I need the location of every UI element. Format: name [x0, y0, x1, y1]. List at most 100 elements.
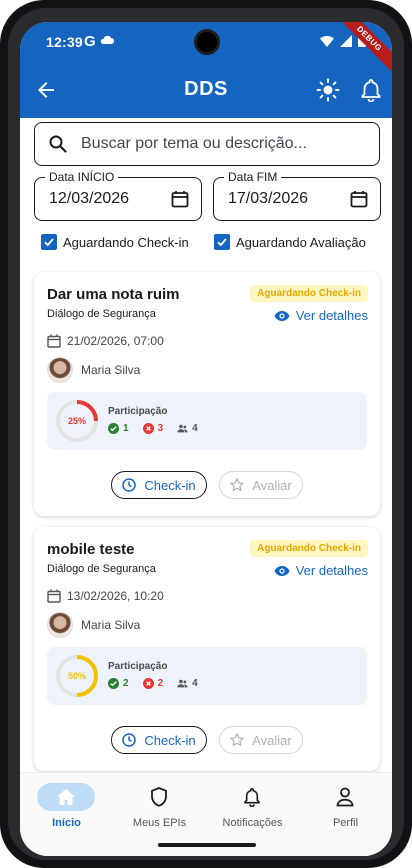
card-datetime: 13/02/2026, 10:20 [47, 589, 164, 603]
screen: 12:39 G DEBUG DDS Buscar por tema ou des… [20, 22, 392, 856]
nav-item-home[interactable]: Início [20, 781, 113, 837]
nav-label: Meus EPIs [132, 817, 187, 829]
view-details-label: Ver detalhes [295, 563, 368, 578]
status-bar: 12:39 G DEBUG [20, 22, 392, 76]
declined-count: 2 [157, 678, 164, 689]
status-badge: Aguardando Check-in [250, 540, 368, 557]
dds-card[interactable]: Dar uma nota ruim Diálogo de Segurança A… [34, 272, 380, 516]
participation-percent: 25% [67, 416, 86, 426]
participation-percent: 50% [67, 671, 86, 681]
evaluate-label: Avaliar [252, 477, 292, 493]
card-person: Maria Silva [47, 612, 140, 638]
search-input[interactable] [81, 133, 361, 155]
wifi-icon [320, 35, 334, 47]
confirmed-count: 1 [123, 423, 129, 434]
search-icon [49, 135, 67, 153]
declined-count: 3 [157, 423, 164, 434]
evaluate-button[interactable]: Avaliar [219, 726, 303, 754]
group-icon [177, 679, 188, 688]
top-bar: 12:39 G DEBUG DDS [20, 22, 392, 118]
view-details-link[interactable]: Ver detalhes [274, 308, 368, 323]
filter-awaiting-checkin[interactable]: Aguardando Check-in [41, 232, 189, 252]
dds-card[interactable]: mobile teste Diálogo de Segurança Aguard… [34, 527, 380, 771]
bottom-navigation: Início Meus EPIs Notificações Perfil [20, 772, 392, 856]
participation-title: Participação [108, 406, 168, 417]
content-area: Data INÍCIO 12/03/2026 Data FIM 17/03/20… [20, 118, 392, 772]
status-time: 12:39 [46, 34, 83, 50]
view-details-label: Ver detalhes [295, 308, 368, 323]
eye-icon [274, 310, 290, 321]
nav-icon-container [37, 783, 95, 811]
nav-item-notifications[interactable]: Notificações [206, 781, 299, 837]
card-datetime-text: 13/02/2026, 10:20 [67, 589, 164, 603]
total-count: 4 [192, 423, 198, 434]
notifications-bell-icon[interactable] [360, 78, 382, 102]
total-count: 4 [192, 678, 198, 689]
status-badge: Aguardando Check-in [250, 285, 368, 302]
cancel-circle-icon [142, 423, 154, 434]
start-date-label: Data INÍCIO [45, 170, 119, 184]
nav-icon-container [223, 783, 281, 811]
card-person: Maria Silva [47, 357, 140, 383]
end-date-field[interactable]: Data FIM 17/03/2026 [213, 170, 381, 221]
cloud-icon [100, 35, 114, 44]
home-icon [57, 789, 75, 805]
person-name: Maria Silva [81, 363, 141, 377]
nav-icon-container [316, 783, 374, 811]
checkin-label: Check-in [144, 477, 196, 493]
nav-label: Notificações [222, 817, 283, 829]
checkin-button[interactable]: Check-in [111, 471, 207, 499]
evaluate-button[interactable]: Avaliar [219, 471, 303, 499]
calendar-icon [47, 589, 61, 603]
start-date-field[interactable]: Data INÍCIO 12/03/2026 [34, 170, 202, 221]
nav-icon-container [130, 783, 188, 811]
checkbox-checked-icon[interactable] [214, 234, 230, 250]
checkin-button[interactable]: Check-in [111, 726, 207, 754]
person-name: Maria Silva [81, 618, 141, 632]
card-title: mobile teste [47, 541, 135, 558]
group-icon [177, 424, 188, 433]
search-field[interactable] [34, 122, 380, 166]
checkin-label: Check-in [144, 732, 196, 748]
end-date-value: 17/03/2026 [228, 190, 309, 207]
checkbox-checked-icon[interactable] [41, 234, 57, 250]
card-datetime: 21/02/2026, 07:00 [47, 334, 164, 348]
person-icon [336, 787, 354, 807]
card-title: Dar uma nota ruim [47, 286, 180, 303]
signal-icon [340, 34, 352, 47]
confirmed-count: 2 [123, 678, 129, 689]
filter-checkin-label: Aguardando Check-in [63, 234, 189, 250]
shield-icon [151, 787, 167, 807]
card-subtitle: Diálogo de Segurança [47, 308, 156, 320]
gesture-bar [158, 843, 256, 847]
end-date-label: Data FIM [224, 170, 282, 184]
start-date-value: 12/03/2026 [49, 190, 130, 207]
nav-label: Início [52, 817, 81, 829]
card-subtitle: Diálogo de Segurança [47, 563, 156, 575]
calendar-icon [47, 334, 61, 348]
eye-icon [274, 565, 290, 576]
clock-icon [122, 733, 137, 747]
nav-label: Perfil [332, 817, 359, 829]
calendar-icon[interactable] [171, 190, 189, 208]
theme-toggle-icon[interactable] [316, 78, 340, 102]
participation-title: Participação [108, 661, 168, 672]
clock-icon [122, 478, 137, 492]
app-bar: DDS [20, 62, 392, 118]
filter-awaiting-evaluation[interactable]: Aguardando Avaliação [214, 232, 366, 252]
participation-stats: 1 3 4 [108, 423, 198, 434]
nav-item-profile[interactable]: Perfil [299, 781, 392, 837]
nav-item-my-epis[interactable]: Meus EPIs [113, 781, 206, 837]
view-details-link[interactable]: Ver detalhes [274, 563, 368, 578]
camera-cutout [194, 29, 220, 55]
cancel-circle-icon [142, 678, 154, 689]
check-circle-icon [108, 678, 119, 689]
participation-box: 25% Participação 1 3 4 [47, 392, 367, 450]
avatar [47, 612, 73, 638]
participation-stats: 2 2 4 [108, 678, 198, 689]
filter-evaluation-label: Aguardando Avaliação [236, 234, 366, 250]
evaluate-label: Avaliar [252, 732, 292, 748]
calendar-icon[interactable] [350, 190, 368, 208]
check-circle-icon [108, 423, 119, 434]
bell-icon [244, 787, 260, 807]
